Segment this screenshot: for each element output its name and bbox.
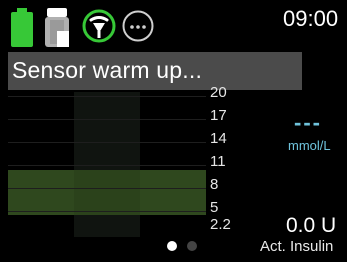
active-insulin-value: 0.0 U [286,214,337,237]
y-tick-label: 20 [210,84,227,101]
page-indicator-active[interactable] [167,241,177,251]
y-tick-label: 14 [210,130,227,147]
y-tick-label: 8 [210,176,219,193]
grid-line [8,188,206,189]
grid-line [8,165,206,166]
sensor-glucose-unit: mmol/L [288,138,331,153]
clock-time: 09:00 [283,6,339,31]
active-insulin-label: Act. Insulin [260,238,334,255]
sensor-icon [82,9,116,43]
grid-line [8,211,206,212]
reservoir-icon [44,8,70,48]
more-icon[interactable] [122,10,154,42]
banner-message: Sensor warm up... [12,57,203,83]
y-tick-label: 17 [210,107,227,124]
sensor-graph[interactable] [8,92,206,237]
grid-line [8,142,206,143]
grid-line [8,119,206,120]
sensor-glucose-value: --- [294,110,322,135]
grid-line [8,96,206,97]
target-range-band-dark [74,170,140,215]
page-indicator[interactable] [187,241,197,251]
status-banner: Sensor warm up... [8,52,302,90]
y-tick-label: 5 [210,199,219,216]
y-tick-label: 2.2 [210,216,231,233]
y-tick-label: 11 [210,153,226,170]
battery-icon [10,8,34,48]
